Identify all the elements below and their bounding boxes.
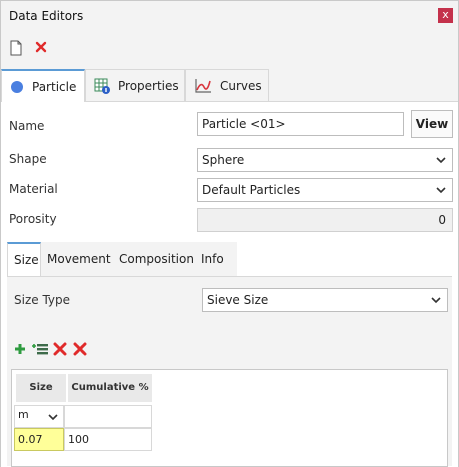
column-header-cumulative[interactable]: Cumulative % (68, 374, 152, 402)
remove-row-icon[interactable] (53, 342, 67, 359)
close-button[interactable]: x (438, 8, 453, 23)
chevron-down-icon (436, 157, 446, 164)
size-cell[interactable]: 0.07 (14, 428, 64, 451)
tab-particle[interactable]: Particle (1, 69, 85, 102)
size-panel: Size Type Sieve Size Size Cumulative % m… (7, 276, 452, 467)
particle-subtabs: Size Movement Composition Info (7, 242, 237, 276)
toolbar (1, 33, 458, 63)
shape-label: Shape (9, 152, 47, 166)
material-label: Material (9, 182, 58, 196)
unit-row-empty-cell (64, 405, 152, 428)
tab-properties-label: Properties (118, 78, 179, 93)
chevron-down-icon (48, 414, 58, 421)
name-label: Name (9, 119, 45, 133)
shape-value: Sphere (202, 153, 245, 167)
insert-row-icon[interactable] (31, 342, 49, 359)
shape-select[interactable]: Sphere (197, 148, 453, 172)
porosity-field[interactable]: 0 (197, 208, 453, 232)
data-editors-window: Data Editors x Particle Properties Curve… (0, 0, 459, 467)
subtab-composition[interactable]: Composition (113, 242, 195, 276)
chevron-down-icon (431, 297, 441, 304)
main-tabs: Particle Properties Curves (1, 69, 458, 102)
name-field[interactable]: Particle <01> (197, 112, 404, 136)
subtab-movement[interactable]: Movement (41, 242, 113, 276)
new-document-icon[interactable] (9, 40, 25, 56)
unit-select[interactable]: m (14, 405, 64, 428)
clear-all-icon[interactable] (73, 342, 87, 359)
size-type-label: Size Type (14, 293, 71, 307)
size-type-value: Sieve Size (207, 293, 269, 307)
chevron-down-icon (436, 187, 446, 194)
unit-value: m (18, 408, 29, 421)
view-button[interactable]: View (411, 110, 453, 138)
title-bar: Data Editors x (1, 1, 458, 32)
material-select[interactable]: Default Particles (197, 178, 453, 202)
add-row-icon[interactable] (14, 343, 26, 358)
tab-curves[interactable]: Curves (185, 69, 269, 101)
subtab-size[interactable]: Size (7, 242, 41, 276)
size-table: Size Cumulative % m 0.07 100 (11, 369, 448, 467)
curves-chart-icon (195, 78, 211, 93)
window-title: Data Editors (9, 9, 84, 23)
particle-circle-icon (11, 80, 23, 93)
delete-icon[interactable] (34, 40, 50, 56)
subtab-info[interactable]: Info (195, 242, 237, 276)
tab-curves-label: Curves (220, 78, 262, 93)
size-type-select[interactable]: Sieve Size (202, 288, 448, 312)
tab-particle-label: Particle (32, 79, 77, 94)
material-value: Default Particles (202, 183, 301, 197)
cumulative-cell[interactable]: 100 (64, 428, 152, 451)
tab-properties[interactable]: Properties (85, 69, 185, 101)
porosity-label: Porosity (9, 212, 57, 226)
properties-grid-icon (94, 78, 110, 94)
column-header-size[interactable]: Size (16, 374, 66, 402)
